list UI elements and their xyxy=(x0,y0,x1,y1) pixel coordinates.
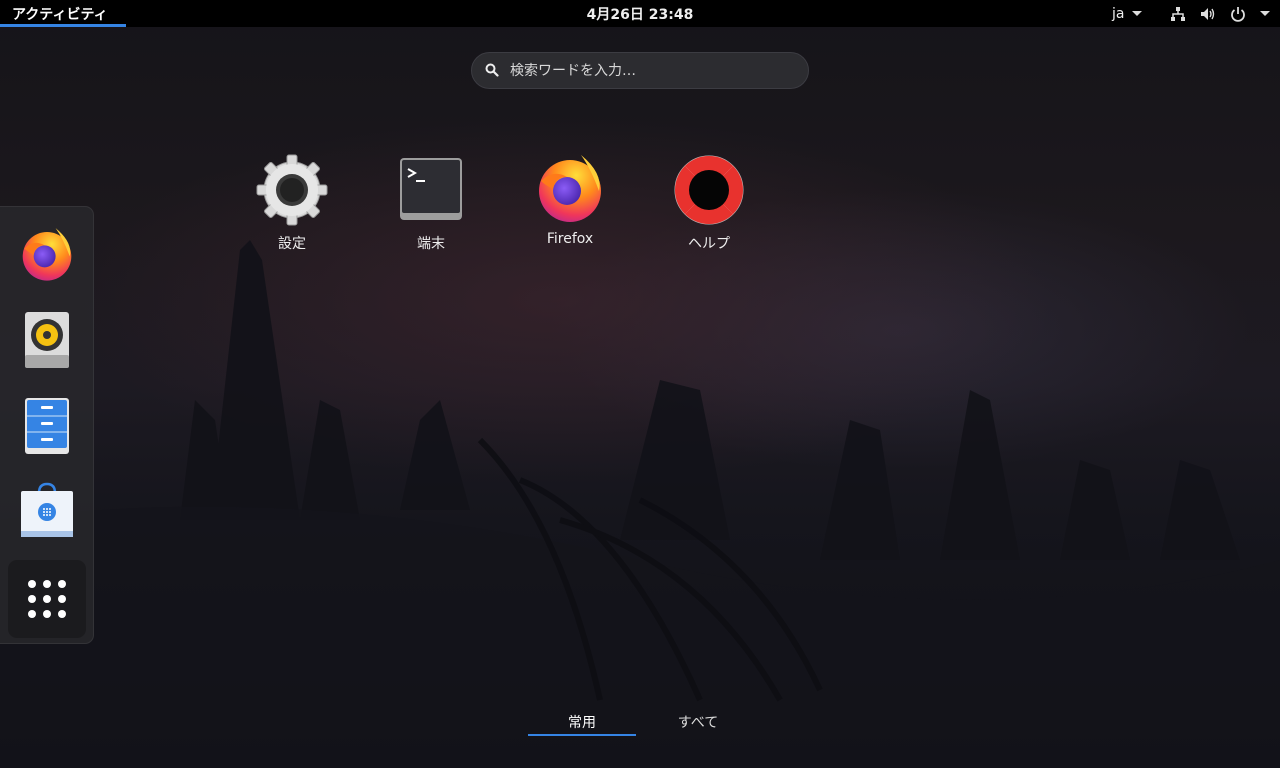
firefox-icon xyxy=(22,228,72,281)
app-label: 端末 xyxy=(417,236,445,252)
software-icon xyxy=(21,482,73,537)
app-settings[interactable]: 設定 xyxy=(237,153,347,253)
dash-item-firefox[interactable] xyxy=(16,223,78,285)
rhythmbox-icon xyxy=(25,312,69,368)
search-bar[interactable] xyxy=(471,52,809,89)
app-label: ヘルプ xyxy=(688,236,730,252)
activities-indicator xyxy=(0,24,126,27)
app-label: 設定 xyxy=(278,236,306,252)
search-input[interactable] xyxy=(510,53,800,88)
help-icon xyxy=(674,155,744,225)
top-bar: アクティビティ 4月26日 23:48 ja xyxy=(0,0,1280,27)
search-icon xyxy=(485,63,499,77)
tab-all[interactable]: すべて xyxy=(644,712,752,734)
show-apps-button[interactable] xyxy=(8,560,86,638)
app-label: Firefox xyxy=(546,231,594,247)
input-method-label: ja xyxy=(1112,5,1125,22)
clock-button[interactable]: 4月26日 23:48 xyxy=(587,4,694,24)
power-icon xyxy=(1231,6,1245,22)
dash-item-files[interactable] xyxy=(16,395,78,457)
input-method-menu[interactable]: ja xyxy=(1112,0,1143,27)
dash xyxy=(0,206,94,644)
app-firefox[interactable]: Firefox xyxy=(515,151,625,247)
system-menu[interactable] xyxy=(1170,0,1270,27)
settings-icon xyxy=(256,154,328,226)
wallpaper xyxy=(0,240,1280,768)
dash-item-rhythmbox[interactable] xyxy=(16,309,78,371)
firefox-icon xyxy=(539,155,601,222)
files-icon xyxy=(25,398,69,454)
chevron-down-icon xyxy=(1260,11,1270,16)
activities-button[interactable]: アクティビティ xyxy=(0,0,121,27)
chevron-down-icon xyxy=(1132,11,1143,16)
tab-frequent[interactable]: 常用 xyxy=(528,712,636,736)
terminal-icon xyxy=(400,158,462,220)
app-terminal[interactable]: 端末 xyxy=(376,153,486,253)
network-icon xyxy=(1171,6,1185,21)
app-help[interactable]: ヘルプ xyxy=(654,153,764,253)
dash-item-software[interactable] xyxy=(16,479,78,541)
activities-label: アクティビティ xyxy=(12,6,108,23)
volume-icon xyxy=(1201,7,1215,20)
show-apps-icon xyxy=(28,580,66,618)
